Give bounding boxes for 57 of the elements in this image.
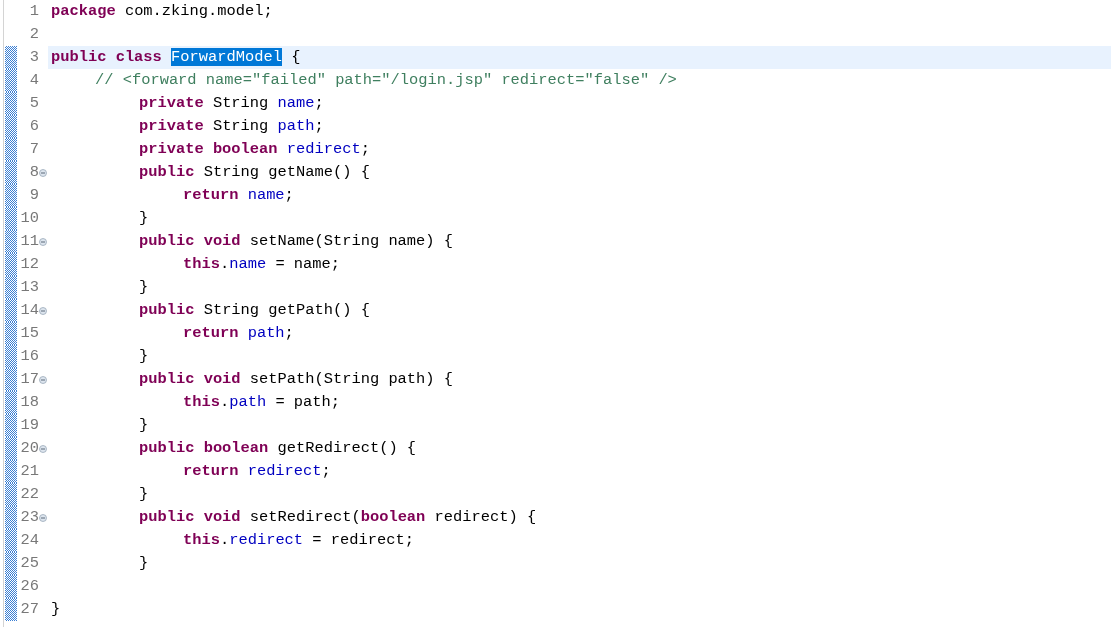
line-number: 19 <box>19 415 39 436</box>
code-line: private String name; <box>138 93 325 114</box>
code-line: package com.zking.model; <box>50 1 274 22</box>
line-number: 21 <box>19 461 39 482</box>
collapse-icon[interactable] <box>39 237 47 246</box>
line-number: 10 <box>19 208 39 229</box>
line-number: 12 <box>19 254 39 275</box>
line-number: 22 <box>19 484 39 505</box>
code-line: public void setName(String name) { <box>138 231 455 252</box>
code-line: this.path = path; <box>182 392 342 413</box>
line-number: 23 <box>19 507 39 528</box>
code-line: } <box>50 599 62 620</box>
code-line: this.redirect = redirect; <box>182 530 415 551</box>
line-number: 27 <box>19 599 39 620</box>
line-number: 3 <box>28 47 39 68</box>
code-line: public String getName() { <box>138 162 371 183</box>
code-line: // <forward name="failed" path="/login.jsp" redirect="false" /> <box>94 70 678 91</box>
code-line: return name; <box>182 185 295 206</box>
code-line: return redirect; <box>182 461 332 482</box>
code-line: public void setPath(String path) { <box>138 369 455 390</box>
collapse-icon[interactable] <box>39 168 47 177</box>
line-number: 6 <box>28 116 39 137</box>
line-number: 13 <box>19 277 39 298</box>
line-number: 7 <box>28 139 39 160</box>
line-number: 25 <box>19 553 39 574</box>
line-number: 2 <box>28 24 39 45</box>
code-line: private boolean redirect; <box>138 139 371 160</box>
line-number: 20 <box>19 438 39 459</box>
line-number: 15 <box>19 323 39 344</box>
line-number: 17 <box>19 369 39 390</box>
collapse-icon[interactable] <box>39 513 47 522</box>
code-line: public boolean getRedirect() { <box>138 438 418 459</box>
line-number: 18 <box>19 392 39 413</box>
code-line: return path; <box>182 323 295 344</box>
line-number: 16 <box>19 346 39 367</box>
code-line: } <box>138 346 150 367</box>
code-line: private String path; <box>138 116 325 137</box>
line-number: 11 <box>19 231 39 252</box>
line-number: 14 <box>19 300 39 321</box>
code-line: } <box>138 484 150 505</box>
collapse-icon[interactable] <box>39 444 47 453</box>
code-line: } <box>138 415 150 436</box>
code-line: public String getPath() { <box>138 300 371 321</box>
line-number: 4 <box>28 70 39 91</box>
code-line: } <box>138 208 150 229</box>
code-line: } <box>138 553 150 574</box>
code-line: this.name = name; <box>182 254 342 275</box>
line-number: 8 <box>28 162 39 183</box>
code-line: public void setRedirect(boolean redirect) { <box>138 507 538 528</box>
line-number: 24 <box>19 530 39 551</box>
line-number: 9 <box>28 185 39 206</box>
code-line: } <box>138 277 150 298</box>
line-number: 1 <box>28 1 39 22</box>
collapse-icon[interactable] <box>39 375 47 384</box>
line-number: 26 <box>19 576 39 597</box>
line-number: 5 <box>28 93 39 114</box>
collapse-icon[interactable] <box>39 306 47 315</box>
